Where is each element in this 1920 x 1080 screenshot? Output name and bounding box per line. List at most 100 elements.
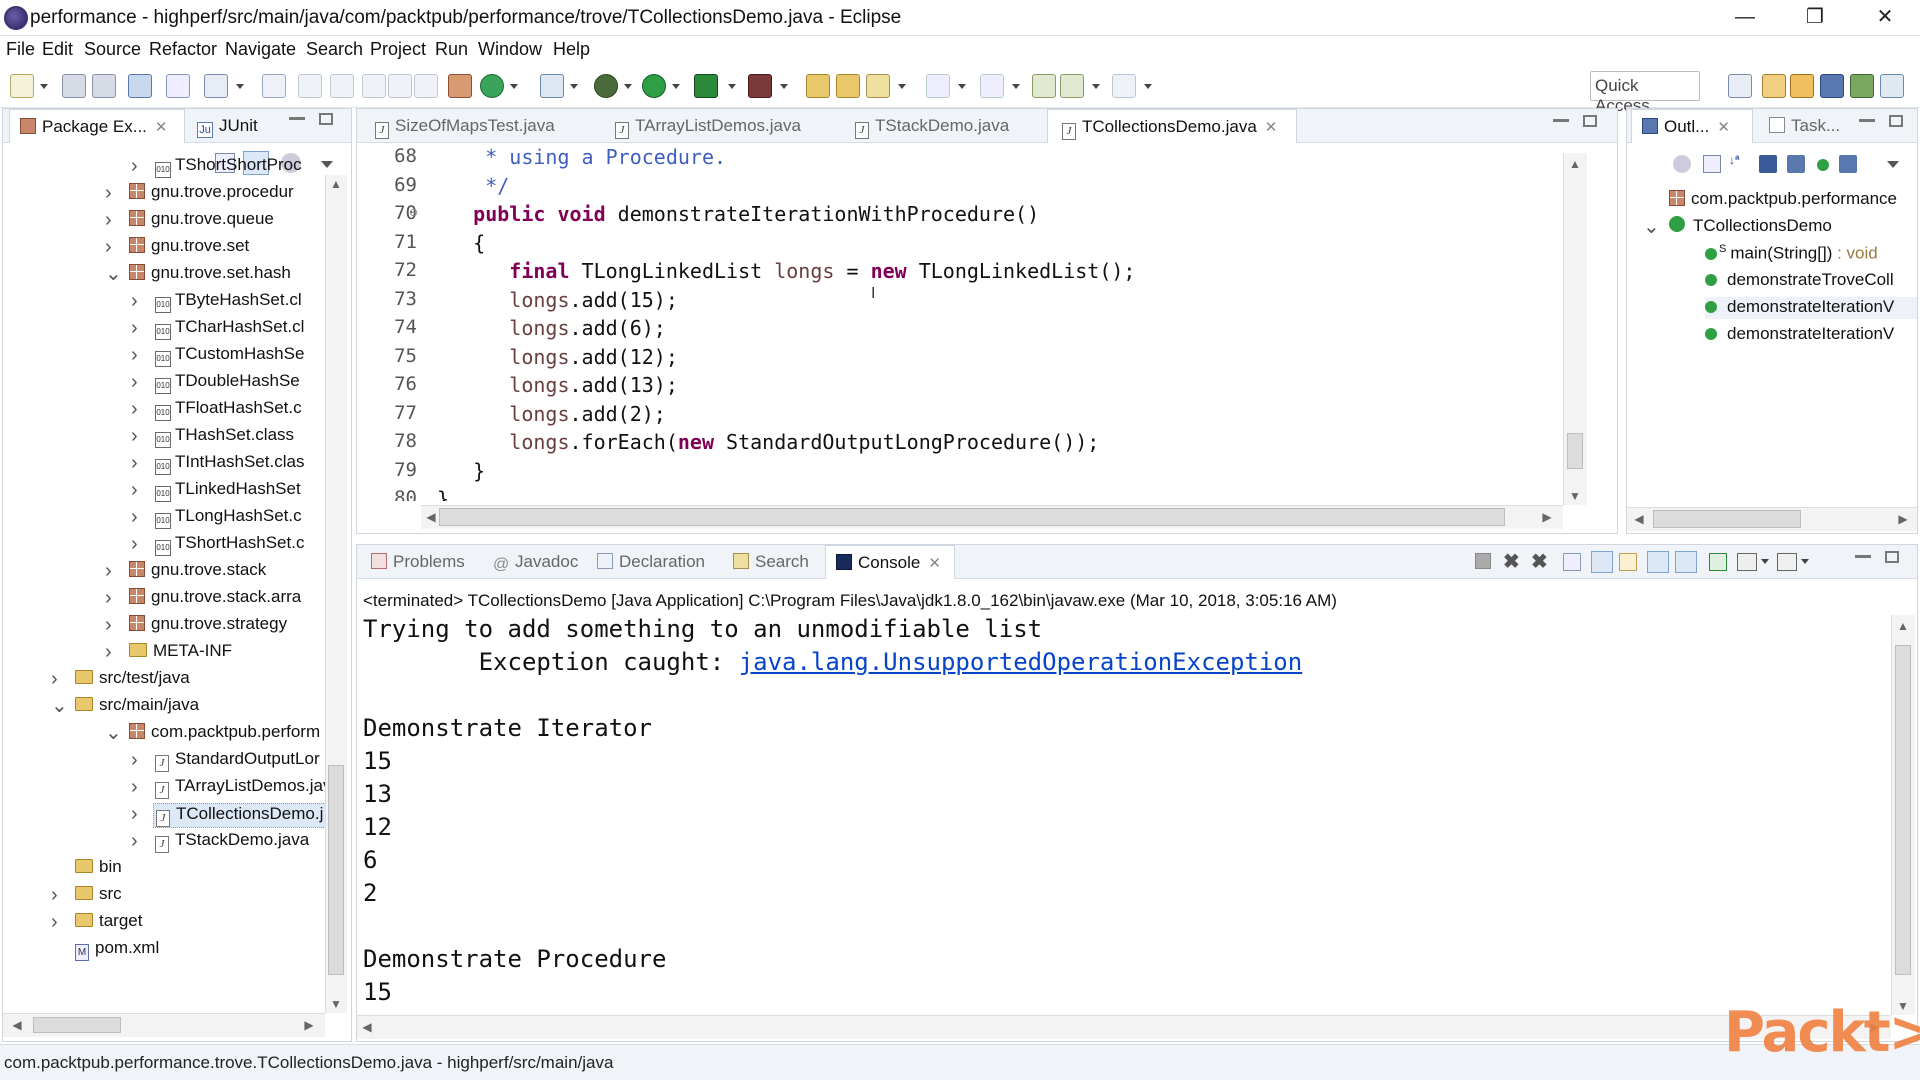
chevron-right-icon[interactable]: › [131,371,145,393]
minimize-view-icon[interactable] [1859,119,1875,122]
hide-non-public-icon[interactable] [1817,159,1829,171]
tab-tarraylistdemos[interactable]: J TArrayListDemos.java [605,109,801,143]
scroll-left-icon[interactable]: ◀ [7,1018,27,1032]
outline-item[interactable]: demonstrateIterationV [1705,297,1917,319]
scroll-left-icon[interactable]: ◀ [1629,512,1649,526]
new-icon[interactable] [10,74,34,98]
minimize-view-icon[interactable] [1553,119,1569,122]
tab-sizeofmapstest[interactable]: J SizeOfMapsTest.java [365,109,555,143]
open-perspective-icon[interactable] [1728,74,1752,98]
scroll-left-icon[interactable]: ◀ [357,1020,377,1034]
chevron-right-icon[interactable]: › [105,641,119,663]
editor-hscroll-thumb[interactable] [439,508,1505,526]
save-icon[interactable] [62,74,86,98]
java-ee-perspective-icon[interactable] [1762,74,1786,98]
tab-tcollectionsdemo[interactable]: J TCollectionsDemo.java ✕ [1047,109,1297,143]
chevron-down-icon[interactable]: ⌄ [51,695,68,717]
scroll-lock-icon[interactable] [1591,551,1613,573]
tab-package-explorer[interactable]: Package Ex... ✕ [9,109,185,143]
git-perspective-icon[interactable] [1790,74,1814,98]
sort-icon[interactable]: ↓ª [1729,153,1749,173]
menu-navigate[interactable]: Navigate [225,39,296,60]
maximize-view-icon[interactable] [1889,115,1903,127]
console-scroll-thumb[interactable] [1895,645,1911,975]
pencil-icon[interactable] [866,74,890,98]
save-all-icon[interactable] [92,74,116,98]
next-annotation-icon[interactable] [926,74,950,98]
menu-window[interactable]: Window [478,39,542,60]
chevron-down-icon[interactable]: ⌄ [1643,214,1660,239]
tab-outline[interactable]: Outl... ✕ [1631,109,1753,143]
fold-minus-icon[interactable]: ⊖ [409,206,418,219]
menu-search[interactable]: Search [306,39,363,60]
tab-junit[interactable]: Ju JUnit [191,109,291,143]
external-tools-icon[interactable] [748,74,772,98]
close-icon[interactable]: ✕ [1265,111,1278,145]
maximize-view-icon[interactable] [1885,551,1899,563]
close-icon[interactable]: ✕ [155,111,168,145]
team-perspective-icon[interactable] [1880,74,1904,98]
console-vertical-scrollbar[interactable]: ▲ ▼ [1891,615,1915,1015]
skip-breakpoints-icon[interactable] [166,74,190,98]
scroll-right-icon[interactable]: ▶ [299,1018,319,1032]
word-wrap-icon[interactable] [1619,553,1637,571]
pen-icon[interactable] [298,74,322,98]
open-type-icon[interactable] [204,74,228,98]
prev-annotation-icon[interactable] [980,74,1004,98]
maximize-view-icon[interactable] [1583,115,1597,127]
menu-project[interactable]: Project [370,39,426,60]
minimize-view-icon[interactable] [1855,555,1871,558]
tree-vertical-scrollbar[interactable]: ▲ ▼ [325,175,347,1013]
tree-scroll-thumb[interactable] [328,765,344,975]
tab-problems[interactable]: Problems [365,545,465,579]
hide-fields-icon[interactable] [1759,155,1777,173]
block-select-icon[interactable] [388,74,412,98]
scroll-up-icon[interactable]: ▲ [1893,619,1913,633]
close-button[interactable]: ✕ [1850,0,1920,34]
new-package-icon[interactable] [448,74,472,98]
link-icon[interactable] [330,74,354,98]
scroll-up-icon[interactable]: ▲ [326,177,346,191]
tab-tstackdemo[interactable]: J TStackDemo.java [845,109,1009,143]
chevron-down-icon[interactable]: ⌄ [105,722,122,744]
chevron-right-icon[interactable]: › [131,830,145,852]
chevron-down-icon[interactable]: ⌄ [105,263,122,285]
chevron-right-icon[interactable]: › [131,317,145,339]
chevron-right-icon[interactable]: › [105,614,119,636]
debug-perspective-icon[interactable] [1850,74,1874,98]
java-perspective-icon[interactable] [1820,74,1844,98]
console-horizontal-scrollbar[interactable]: ◀ ▶ [357,1015,1891,1039]
chevron-right-icon[interactable]: › [51,668,65,690]
chevron-right-icon[interactable]: › [131,155,145,177]
collapse-all-icon[interactable] [1703,155,1721,173]
remove-launch-icon[interactable]: ✖ [1503,549,1520,574]
scroll-right-icon[interactable]: ▶ [1893,512,1913,526]
run-icon[interactable] [642,74,666,98]
coverage-icon[interactable] [540,74,564,98]
show-on-stderr-icon[interactable] [1675,551,1697,573]
minimize-view-icon[interactable] [289,117,305,120]
terminate-icon[interactable] [1475,553,1491,569]
close-icon[interactable]: ✕ [1717,111,1730,145]
debug-icon[interactable] [594,74,618,98]
outline-item[interactable]: Smain(String[]) : void [1705,243,1878,265]
pin-console-icon[interactable] [1709,553,1727,571]
chevron-right-icon[interactable]: › [51,884,65,906]
show-on-stdout-icon[interactable] [1647,551,1669,573]
scroll-right-icon[interactable]: ▶ [1537,510,1557,524]
run-external-icon[interactable] [694,74,718,98]
chevron-right-icon[interactable]: › [131,749,145,771]
chevron-right-icon[interactable]: › [131,506,145,528]
open-console-icon[interactable] [1777,553,1797,571]
scroll-up-icon[interactable]: ▲ [1565,157,1585,171]
quick-access-input[interactable]: Quick Access [1590,71,1700,115]
menu-file[interactable]: File [6,39,35,60]
tab-tasks[interactable]: Task... [1757,109,1857,143]
maximize-view-icon[interactable] [319,113,333,125]
maximize-button[interactable]: ❐ [1780,0,1850,34]
menu-source[interactable]: Source [84,39,141,60]
scroll-down-icon[interactable]: ▼ [326,997,346,1011]
console-output[interactable]: Trying to add something to an unmodifiab… [357,615,1887,1013]
menu-help[interactable]: Help [553,39,590,60]
chevron-right-icon[interactable]: › [131,479,145,501]
